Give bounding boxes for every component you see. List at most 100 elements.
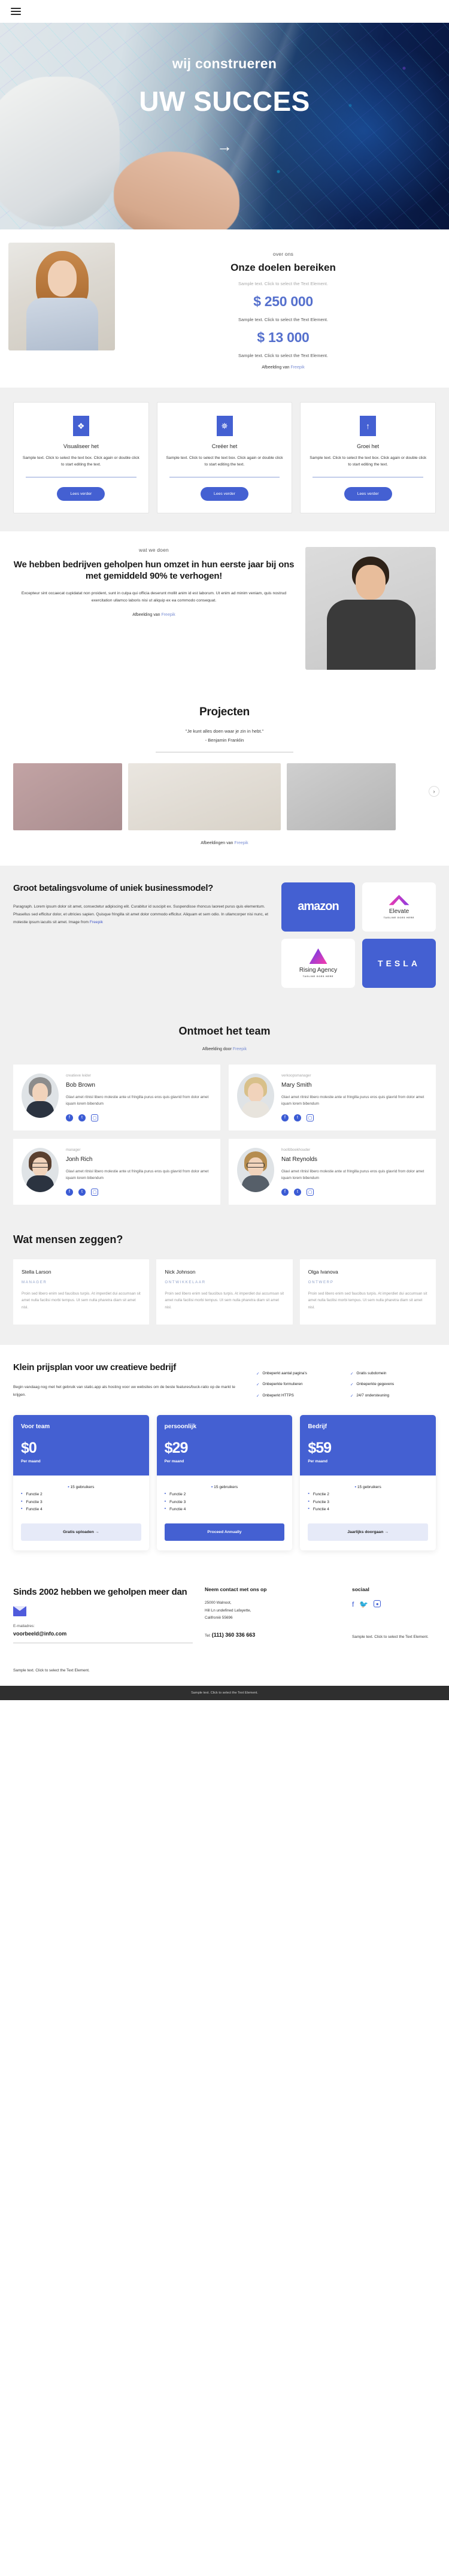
amazon-logo-text: amazon (298, 900, 339, 914)
about-sample-2: Sample text. Click to select the Text El… (238, 317, 328, 322)
feature-card[interactable]: ↑ Groei het Sample text. Click to select… (300, 402, 436, 513)
twitter-icon[interactable]: t (294, 1188, 301, 1196)
instagram-icon[interactable]: ● (374, 1600, 381, 1608)
feature-card[interactable]: ❖ Visualiseer het Sample text. Click to … (13, 402, 149, 513)
twitter-icon[interactable]: 🐦 (359, 1600, 368, 1609)
team-member-bio: Glavi amet ritnisl libero molestie ante … (281, 1169, 424, 1181)
hero-title: UW SUCCES (139, 86, 310, 117)
feature-text: Sample text. Click to select the text bo… (166, 456, 283, 467)
facebook-icon[interactable]: f (66, 1114, 73, 1121)
feature-read-more-button[interactable]: Lees verder (344, 486, 392, 501)
plan-feature-label: Functie 3 (313, 1499, 329, 1504)
footer-bottom-bar: Sample text. Click to select the Text El… (0, 1685, 449, 1700)
about-value-2: $ 13 000 (257, 329, 310, 345)
hero-subtitle: wij construeren (172, 56, 277, 71)
hamburger-menu-icon[interactable] (11, 6, 21, 17)
facebook-icon[interactable]: f (66, 1188, 73, 1196)
brand-logo-tesla[interactable]: TESLA (362, 938, 436, 988)
wwd-credit: Afbeelding van Freepik (13, 613, 295, 617)
twitter-icon[interactable]: t (78, 1114, 86, 1121)
facebook-icon[interactable]: f (281, 1188, 289, 1196)
brand-logo-elevate[interactable]: Elevate TAGLINE GOES HERE (362, 882, 436, 932)
pricing-feature-label: Onbeperkte formulieren (262, 1382, 303, 1387)
about-heading: Onze doelen bereiken (230, 262, 336, 273)
pricing-feature: ✓ Gratis subdomein (350, 1371, 436, 1377)
plan-feature-label: Functie 4 (313, 1507, 329, 1512)
feature-title: Visualiseer het (63, 443, 99, 449)
avatar (237, 1147, 274, 1192)
testimonials-heading: Wat mensen zeggen? (13, 1233, 123, 1245)
feature-card[interactable]: ✵ Creëer het Sample text. Click to selec… (156, 402, 293, 513)
plan-cta-button[interactable]: Proceed Annually (164, 1523, 285, 1541)
footer-note-right: Sample text. Click to select the Text El… (352, 1635, 429, 1640)
instagram-icon[interactable]: ▢ (307, 1188, 314, 1196)
pricing-feature-label: Onbeperkt HTTPS (262, 1393, 294, 1398)
about-credit-link[interactable]: Freepik (290, 365, 304, 370)
twitter-icon[interactable]: t (294, 1114, 301, 1121)
feature-title: Groei het (357, 443, 380, 449)
testimonial-name: Stella Larson (22, 1268, 51, 1275)
projects-credit-link[interactable]: Freepik (234, 841, 248, 845)
projects-credit: Afbeeldingen van Freepik (0, 841, 449, 845)
bar-chart-growth-icon: ↑ (360, 416, 377, 436)
twitter-icon[interactable]: t (78, 1188, 86, 1196)
plan-price: $0 (21, 1439, 37, 1456)
wwd-heading: We hebben bedrijven geholpen hun omzet i… (13, 559, 295, 581)
brands-paragraph-link[interactable]: Freepik (90, 920, 103, 924)
hero-section: wij construeren UW SUCCES → (0, 23, 449, 229)
pricing-paragraph: Begin vandaag nog met het gebruik van st… (13, 1385, 235, 1397)
wwd-paragraph: Excepteur sint occaecat cupidatat non pr… (21, 591, 287, 603)
layers-icon: ❖ (72, 416, 89, 436)
instagram-icon[interactable]: ▢ (91, 1114, 98, 1121)
instagram-icon[interactable]: ▢ (91, 1188, 98, 1196)
instagram-icon[interactable]: ▢ (307, 1114, 314, 1121)
brand-logo-amazon[interactable]: amazon (281, 882, 355, 932)
brand-logo-rising-agency[interactable]: Rising Agency TAGLINE GOES HERE (281, 938, 355, 988)
team-member-role: verkoopsmanager (281, 1073, 311, 1078)
plan-feature: ▪ Functie 4 (165, 1506, 285, 1514)
feature-read-more-button[interactable]: Lees verder (201, 486, 248, 501)
footer-email[interactable]: voorbeeld@info.com (13, 1631, 193, 1637)
footer-tel-number[interactable]: (111) 360 336 663 (212, 1632, 256, 1638)
team-member-socials: f t ▢ (281, 1188, 427, 1196)
elevate-mark-icon (389, 894, 409, 905)
team-member-name: Bob Brown (66, 1081, 95, 1089)
feature-title: Creëer het (211, 443, 238, 449)
about-value-1: $ 250 000 (253, 294, 313, 309)
feature-read-more-button[interactable]: Lees verder (57, 486, 105, 501)
about-credit: Afbeelding van Freepik (128, 365, 438, 370)
feature-text: Sample text. Click to select the text bo… (22, 456, 139, 467)
check-icon: ✓ (350, 1383, 354, 1387)
facebook-icon[interactable]: f (281, 1114, 289, 1121)
facebook-icon[interactable]: f (352, 1600, 354, 1609)
wwd-image (305, 546, 436, 670)
plan-cta-button[interactable]: Jaarlijks doorgaan → (308, 1523, 428, 1541)
plan-cta-button[interactable]: Gratis uploaden → (21, 1523, 141, 1541)
footer-tel-label: Tel: (205, 1633, 211, 1638)
hero-arrow-icon[interactable]: → (217, 137, 232, 156)
brands-section: Groot betalingsvolume of uniek businessm… (0, 865, 449, 1008)
brands-heading: Groot betalingsvolume of uniek businessm… (13, 882, 214, 893)
plan-name: persoonlijk (164, 1423, 197, 1430)
plan-feature: ▪ 15 gebruikers (354, 1484, 381, 1489)
team-member-role: hoofdboekhouder (281, 1147, 311, 1152)
plan-name: Bedrijf (308, 1423, 327, 1430)
footer-contact-title: Neem contact met ons op (205, 1586, 267, 1592)
wwd-credit-link[interactable]: Freepik (161, 613, 175, 617)
team-credit-link[interactable]: Freepik (233, 1047, 247, 1051)
team-member-card: creatieve leider Bob Brown Glavi amet ri… (13, 1064, 220, 1130)
projects-slider[interactable]: › (0, 752, 449, 830)
team-credit: Afbeelding door Freepik (13, 1047, 436, 1051)
tesla-logo-text: TESLA (378, 958, 420, 968)
elevate-tagline: TAGLINE GOES HERE (383, 916, 415, 919)
plan-feature-label: Functie 3 (26, 1499, 43, 1504)
testimonial-card: Nick Johnson ONTWIKKELAAR Proin sed libe… (156, 1259, 293, 1325)
project-slide[interactable] (287, 763, 396, 830)
team-member-socials: f t ▢ (66, 1114, 212, 1121)
project-slide[interactable] (13, 763, 122, 830)
project-slide[interactable] (128, 763, 281, 830)
check-icon: ✓ (256, 1383, 260, 1387)
hero-handshake-right (114, 152, 239, 229)
slider-next-button[interactable]: › (429, 785, 439, 797)
footer-heading: Sinds 2002 hebben we geholpen meer dan (13, 1586, 187, 1597)
